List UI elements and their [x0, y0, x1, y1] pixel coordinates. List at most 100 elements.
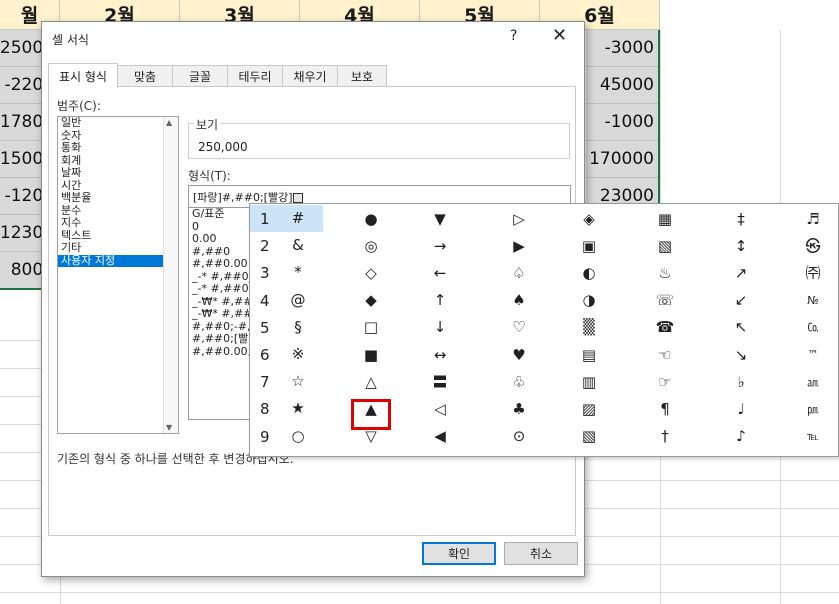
palette-symbol[interactable]: ♠	[504, 287, 534, 314]
palette-row-5[interactable]: 5 §	[250, 314, 323, 341]
category-scrollbar[interactable]: ▲ ▼	[163, 117, 178, 433]
palette-symbol[interactable]: ↗	[726, 259, 756, 286]
palette-symbol[interactable]: ㉿	[798, 232, 828, 259]
palette-row-8[interactable]: 8 ★	[250, 395, 323, 422]
palette-symbol[interactable]: ♤	[504, 259, 534, 286]
format-item[interactable]: _-₩* #,##0	[189, 307, 249, 321]
palette-symbol[interactable]: ♡	[504, 314, 534, 341]
tab-protection[interactable]: 보호	[337, 65, 387, 87]
palette-symbol[interactable]: ←	[425, 259, 455, 286]
palette-symbol[interactable]: →	[425, 232, 455, 259]
palette-symbol[interactable]: ◆	[356, 287, 386, 314]
cell-f-2[interactable]: 45000	[586, 67, 660, 104]
palette-symbol[interactable]: ♨	[650, 259, 680, 286]
ok-button[interactable]: 확인	[422, 542, 496, 565]
palette-symbol[interactable]: ◇	[356, 259, 386, 286]
palette-symbol[interactable]: @	[288, 291, 308, 309]
scroll-up-icon[interactable]: ▲	[166, 118, 172, 127]
category-item[interactable]: 통화	[58, 141, 178, 155]
cancel-button[interactable]: 취소	[504, 542, 578, 565]
format-item[interactable]: #,##0;[빨강]	[189, 332, 249, 346]
palette-symbol[interactable]: ↖	[726, 314, 756, 341]
palette-symbol[interactable]: #	[288, 209, 308, 227]
palette-symbol[interactable]: ⊙	[504, 423, 534, 450]
palette-symbol[interactable]: ▼	[425, 205, 455, 232]
palette-symbol[interactable]: ♣	[504, 395, 534, 422]
palette-symbol[interactable]: ↙	[726, 287, 756, 314]
palette-row-3[interactable]: 3 *	[250, 259, 323, 286]
cell-f-4[interactable]: 170000	[586, 141, 660, 178]
palette-symbol[interactable]: 〓	[425, 368, 455, 395]
palette-symbol[interactable]: ▨	[574, 395, 604, 422]
category-item[interactable]: 날짜	[58, 166, 178, 180]
format-item[interactable]: #,##0.00	[189, 257, 249, 271]
palette-symbol[interactable]: №	[798, 287, 828, 314]
palette-symbol[interactable]: ▲	[356, 395, 386, 422]
palette-symbol[interactable]: ▤	[574, 341, 604, 368]
dialog-titlebar[interactable]: 셀 서식 ? ✕	[42, 22, 584, 54]
palette-symbol[interactable]: ▥	[574, 368, 604, 395]
palette-symbol[interactable]: ☞	[650, 368, 680, 395]
palette-row-4[interactable]: 4 @	[250, 287, 323, 314]
palette-row-2[interactable]: 2 &	[250, 232, 323, 259]
palette-symbol[interactable]: ※	[288, 345, 308, 363]
palette-symbol[interactable]: ™	[798, 341, 828, 368]
format-list[interactable]: G/표준 0 0.00 #,##0 #,##0.00 _-* #,##0_- _…	[188, 208, 250, 420]
palette-symbol[interactable]: ◁	[425, 395, 455, 422]
category-item[interactable]: 백분율	[58, 191, 178, 205]
palette-symbol[interactable]: ○	[288, 427, 308, 445]
scroll-down-icon[interactable]: ▼	[166, 423, 172, 432]
palette-symbol[interactable]: ☏	[650, 287, 680, 314]
palette-symbol[interactable]: ♪	[726, 423, 756, 450]
format-item[interactable]: _-* #,##0.0	[189, 282, 249, 296]
palette-symbol[interactable]: ♥	[504, 341, 534, 368]
palette-symbol[interactable]: §	[288, 318, 308, 336]
palette-symbol[interactable]: †	[650, 423, 680, 450]
cell-f-3[interactable]: -1000	[586, 104, 660, 141]
palette-symbol[interactable]: ▣	[574, 232, 604, 259]
palette-row-1[interactable]: 1 #	[250, 205, 323, 232]
palette-symbol[interactable]: ◀	[425, 423, 455, 450]
palette-symbol[interactable]: ㏇	[798, 314, 828, 341]
palette-symbol[interactable]: ●	[356, 205, 386, 232]
palette-symbol[interactable]: ㏂	[798, 368, 828, 395]
palette-symbol[interactable]: &	[288, 236, 308, 254]
palette-symbol[interactable]: ♭	[726, 368, 756, 395]
category-item-selected[interactable]: 사용자 지정	[58, 254, 178, 267]
palette-symbol[interactable]: ↓	[425, 314, 455, 341]
palette-symbol[interactable]: ◎	[356, 232, 386, 259]
palette-symbol[interactable]: ↘	[726, 341, 756, 368]
palette-symbol[interactable]: ♧	[504, 368, 534, 395]
palette-symbol[interactable]: ▒	[574, 314, 604, 341]
tab-alignment[interactable]: 맞춤	[117, 65, 173, 87]
palette-symbol[interactable]: ▧	[574, 423, 604, 450]
palette-symbol[interactable]: ‡	[726, 205, 756, 232]
palette-row-9[interactable]: 9 ○	[250, 423, 323, 450]
palette-symbol[interactable]: ♩	[726, 395, 756, 422]
palette-symbol[interactable]: ▶	[504, 232, 534, 259]
palette-row-7[interactable]: 7 ☆	[250, 368, 323, 395]
palette-symbol[interactable]: ☜	[650, 341, 680, 368]
format-item[interactable]: #,##0.00;-	[189, 345, 249, 359]
palette-symbol[interactable]: ◈	[574, 205, 604, 232]
close-icon[interactable]: ✕	[552, 25, 567, 46]
palette-symbol[interactable]: ♬	[798, 205, 828, 232]
palette-symbol[interactable]: ▷	[504, 205, 534, 232]
palette-symbol[interactable]: ▦	[650, 205, 680, 232]
palette-symbol[interactable]: ■	[356, 341, 386, 368]
format-item[interactable]: G/표준	[189, 208, 249, 221]
palette-symbol[interactable]: *	[288, 263, 308, 281]
help-icon[interactable]: ?	[510, 28, 517, 44]
cell-f-1[interactable]: -3000	[586, 30, 660, 67]
palette-symbol[interactable]: ▽	[356, 423, 386, 450]
palette-symbol[interactable]: ☎	[650, 314, 680, 341]
category-item[interactable]: 일반	[58, 116, 178, 130]
palette-symbol[interactable]: △	[356, 368, 386, 395]
palette-symbol[interactable]: ℡	[798, 423, 828, 450]
palette-symbol[interactable]: ▧	[650, 232, 680, 259]
category-item[interactable]: 지수	[58, 216, 178, 230]
palette-symbol[interactable]: ↔	[425, 341, 455, 368]
tab-fill[interactable]: 채우기	[282, 65, 338, 87]
palette-symbol[interactable]: ¶	[650, 395, 680, 422]
palette-symbol[interactable]: ★	[288, 399, 308, 417]
